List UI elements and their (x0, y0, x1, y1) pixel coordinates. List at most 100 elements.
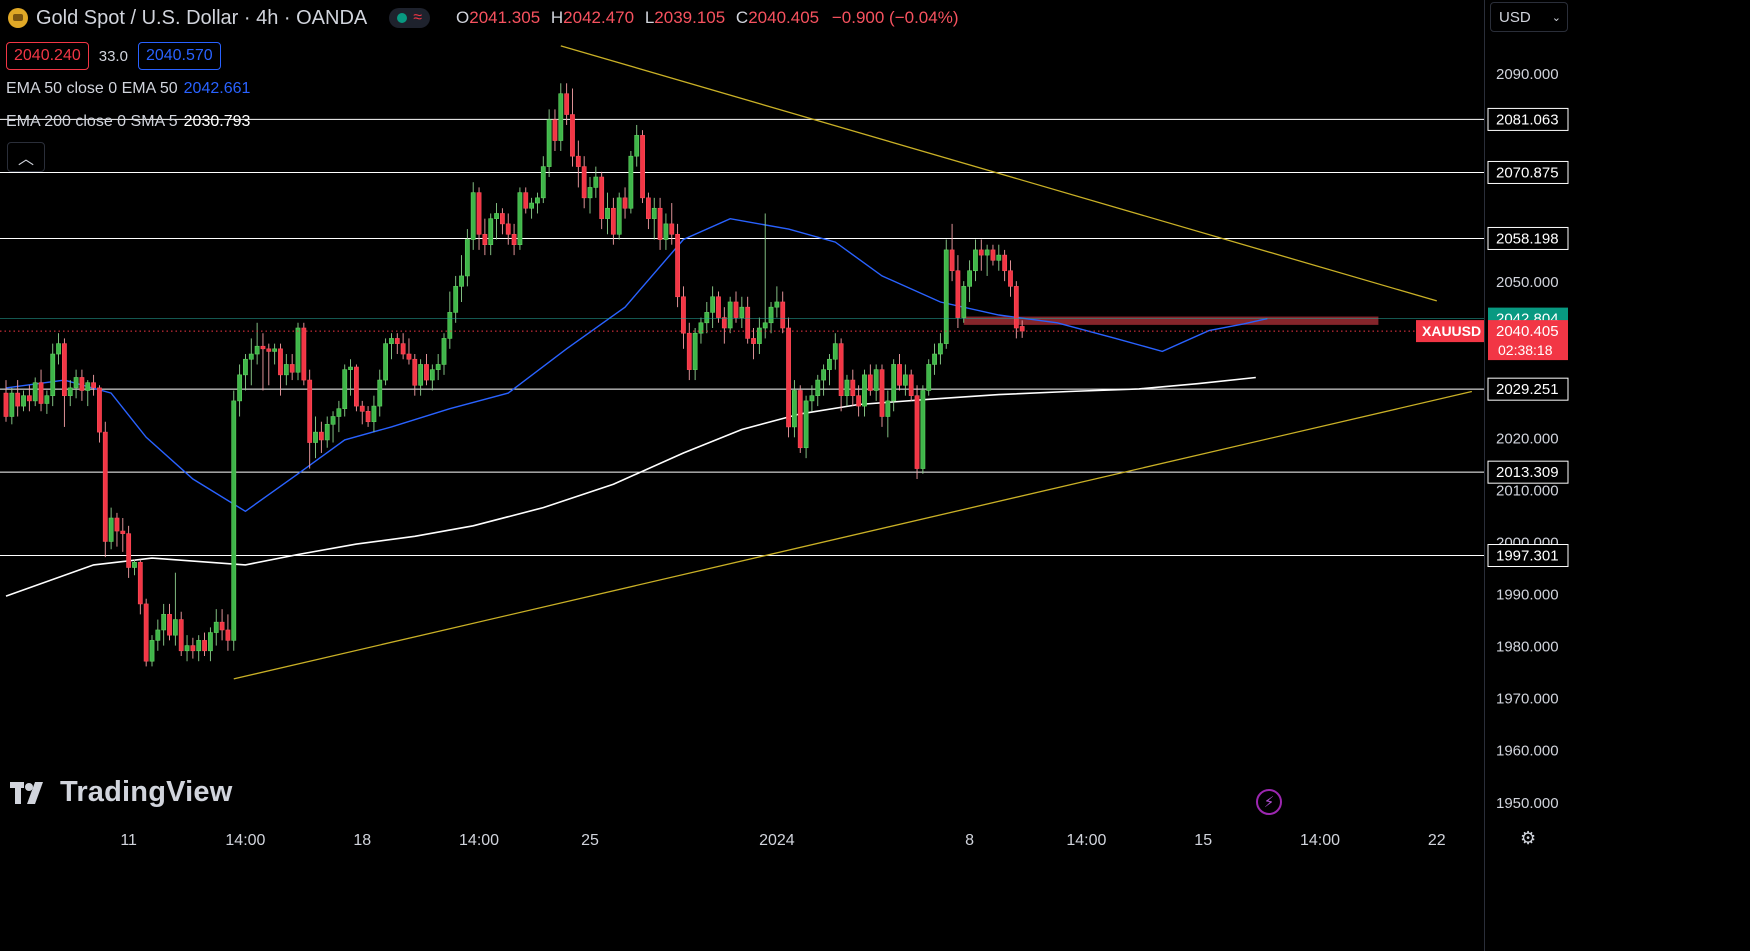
candle-body (943, 249, 949, 344)
candlesticks (3, 83, 1025, 667)
spread-value: 33.0 (98, 47, 128, 65)
candle (447, 291, 453, 349)
candle (716, 291, 721, 323)
candle (38, 369, 44, 412)
trendlines (233, 45, 1472, 680)
candle (488, 213, 494, 256)
candle-body (283, 364, 289, 376)
price-axis[interactable] (1484, 0, 1551, 951)
candle-body (56, 343, 61, 355)
candle-body (897, 364, 902, 386)
lightning-button[interactable]: ⚡ (1256, 789, 1282, 815)
candle-body (79, 377, 85, 391)
candle (359, 400, 365, 425)
candle (616, 192, 622, 240)
indicator-ema50[interactable]: EMA 50 close 0 EMA 50 2042.661 (6, 80, 250, 98)
buy-button[interactable]: 2040.570 (137, 42, 221, 70)
currency-selector[interactable]: USD ⌄ (1490, 2, 1568, 32)
candle-body (540, 166, 546, 199)
candle (879, 364, 885, 427)
candle (710, 286, 716, 328)
tradingview-logo[interactable]: TradingView (10, 776, 233, 809)
candle (126, 525, 132, 578)
sell-button[interactable]: 2040.240 (6, 42, 89, 70)
collapse-indicators-button[interactable]: ︿ (7, 142, 45, 172)
candle-body (91, 382, 96, 389)
candle (178, 611, 184, 656)
candle (1002, 249, 1008, 282)
candle-body (505, 223, 511, 235)
candle-body (628, 155, 634, 209)
candle-body (126, 533, 132, 568)
candle-body (961, 286, 967, 318)
candle-body (371, 405, 377, 423)
candle (499, 208, 505, 235)
candle (143, 598, 149, 667)
candle (926, 359, 932, 396)
candle (464, 229, 470, 287)
candle-body (978, 249, 984, 256)
candle (739, 296, 745, 328)
candle (815, 374, 821, 407)
candle (756, 317, 762, 355)
candle (949, 223, 955, 282)
candle-body (739, 306, 745, 318)
candle-body (844, 379, 850, 396)
candle-body (453, 286, 459, 313)
candle-body (605, 207, 610, 219)
candle (231, 390, 237, 651)
chevron-down-icon: ⌄ (1551, 11, 1561, 24)
candle (540, 156, 546, 204)
candle-body (208, 632, 213, 652)
candle-body (616, 197, 622, 235)
candle (932, 343, 937, 375)
ohlc-close: 2040.405 (748, 8, 820, 27)
candle-body (149, 640, 155, 662)
candle-body (482, 233, 488, 245)
candle-body (196, 640, 202, 652)
candle-body (838, 343, 844, 396)
candle (967, 260, 972, 302)
market-status-pill[interactable]: ≈ (389, 8, 431, 28)
candle-body (651, 207, 657, 219)
candle-body (108, 517, 114, 542)
candle (564, 83, 570, 125)
candle (570, 88, 575, 167)
candle-body (517, 192, 523, 245)
candle (283, 354, 289, 386)
candle (885, 390, 891, 438)
candle (774, 286, 780, 318)
candle-body (558, 93, 564, 141)
indicator-value: 2030.793 (183, 113, 251, 130)
candle-body (686, 332, 692, 370)
candle (132, 559, 137, 576)
candle (733, 291, 739, 323)
candle-body (535, 197, 540, 204)
candle-body (780, 301, 786, 329)
candle-body (850, 379, 856, 396)
candle-body (488, 218, 494, 245)
ohlc-low: 2039.105 (654, 8, 726, 27)
candle-body (394, 338, 400, 344)
candle (289, 354, 295, 381)
symbol-title[interactable]: Gold Spot / U.S. Dollar · 4h · OANDA (36, 7, 367, 30)
candle-body (237, 374, 242, 402)
candle-body (114, 517, 120, 532)
candle (546, 109, 552, 178)
candle (535, 192, 540, 214)
candle (243, 354, 248, 391)
candle (1013, 281, 1019, 339)
candle (377, 369, 383, 417)
candle-body (745, 306, 751, 339)
candle-body (9, 392, 15, 417)
candle (1008, 260, 1013, 297)
candle-body (610, 207, 616, 235)
settings-button[interactable]: ⚙ (1520, 828, 1536, 849)
indicator-ema200[interactable]: EMA 200 close 0 SMA 5 2030.793 (6, 113, 250, 131)
candle (996, 244, 1002, 271)
candle-body (266, 348, 272, 352)
candle (429, 364, 435, 391)
candle (21, 390, 26, 412)
candle-body (599, 176, 605, 219)
candle-body (622, 197, 628, 209)
